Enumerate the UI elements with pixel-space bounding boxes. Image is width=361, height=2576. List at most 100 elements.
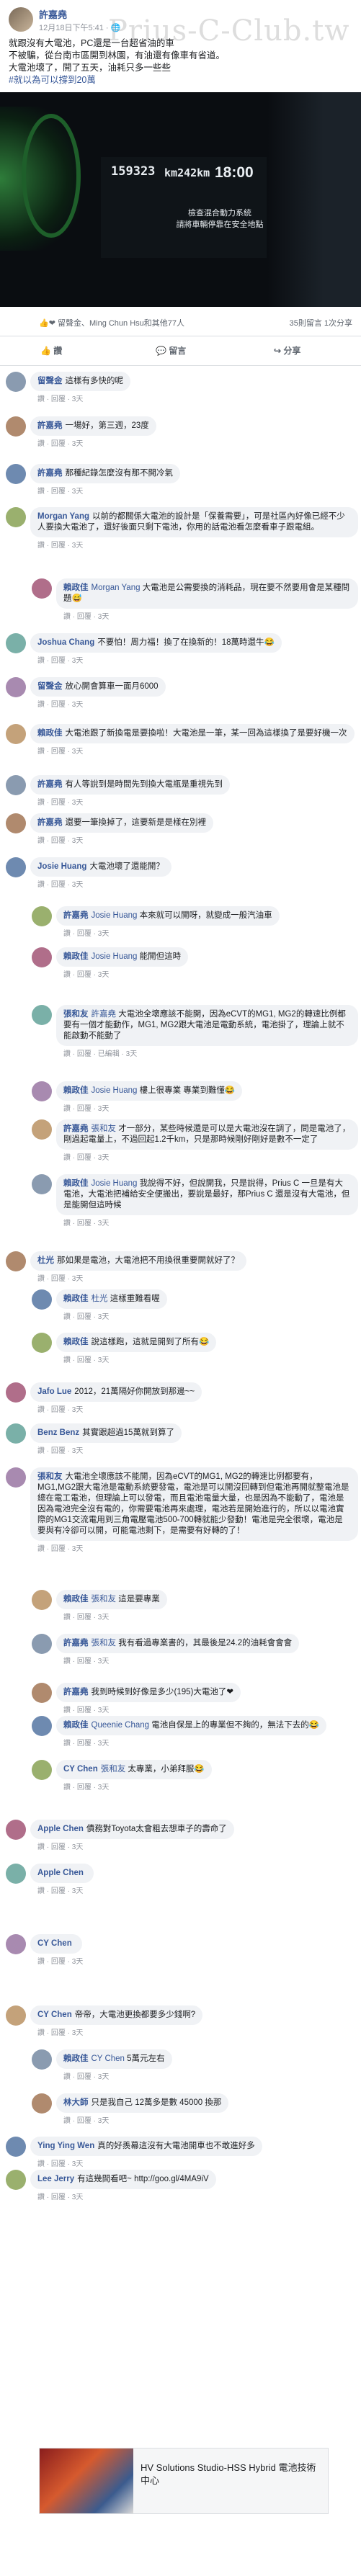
commenter-avatar[interactable]	[6, 1251, 26, 1271]
commenter-avatar[interactable]	[32, 2093, 52, 2114]
comment-actions[interactable]: 讚 · 回覆 · 3天	[63, 1354, 109, 1364]
comment-actions[interactable]: 讚 · 回覆 · 已編輯 · 3天	[63, 1047, 137, 1058]
comment-actions[interactable]: 讚 · 回覆 · 3天	[63, 1704, 109, 1714]
commenter-name[interactable]: 賴政佳	[37, 729, 63, 738]
commenter-name[interactable]: 許嘉堯	[37, 469, 63, 478]
commenter-avatar[interactable]	[32, 2049, 52, 2070]
commenter-avatar[interactable]	[32, 1759, 52, 1780]
commenter-name[interactable]: Lee Jerry	[37, 2175, 74, 2183]
comment-actions[interactable]: 讚 · 回覆 · 3天	[63, 1737, 109, 1748]
commenter-avatar[interactable]	[6, 2137, 26, 2157]
commenter-avatar[interactable]	[32, 906, 52, 927]
comment-actions[interactable]: 讚 · 回覆 · 3天	[63, 1655, 109, 1665]
comment-actions[interactable]: 讚 · 回覆 · 3天	[37, 878, 83, 889]
commenter-name[interactable]: 賴政佳	[63, 583, 89, 592]
comment-actions[interactable]: 讚 · 回覆 · 3天	[37, 745, 83, 756]
comment-actions[interactable]: 讚 · 回覆 · 3天	[63, 1310, 109, 1321]
commenter-avatar[interactable]	[32, 1715, 52, 1736]
comment-actions[interactable]: 讚 · 回覆 · 3天	[37, 539, 83, 550]
comment-actions[interactable]: 讚 · 回覆 · 3天	[63, 1217, 109, 1227]
commenter-name[interactable]: 留聲金	[37, 682, 63, 691]
comment-mention[interactable]: CY Chen	[92, 2054, 128, 2063]
commenter-avatar[interactable]	[6, 813, 26, 834]
commenter-avatar[interactable]	[32, 1633, 52, 1654]
commenter-name[interactable]: Apple Chen	[37, 1869, 84, 1877]
commenter-name[interactable]: 張和友	[63, 1010, 89, 1019]
commenter-avatar[interactable]	[6, 1382, 26, 1403]
commenter-avatar[interactable]	[6, 1820, 26, 1841]
comment-actions[interactable]: 讚 · 回覆 · 3天	[63, 927, 109, 938]
comment-actions[interactable]: 讚 · 回覆 · 3天	[37, 2157, 83, 2168]
comment-actions[interactable]: 讚 · 回覆 · 3天	[37, 1841, 83, 1851]
comment-actions[interactable]: 讚 · 回覆 · 3天	[63, 968, 109, 979]
comment-actions[interactable]: 讚 · 回覆 · 3天	[37, 796, 83, 807]
commenter-name[interactable]: CY Chen	[63, 1765, 98, 1774]
comment-actions[interactable]: 讚 · 回覆 · 3天	[63, 610, 109, 621]
comment-actions[interactable]: 讚 · 回覆 · 3天	[37, 834, 83, 845]
comment-actions[interactable]: 讚 · 回覆 · 3天	[37, 2026, 83, 2037]
comment-actions[interactable]: 讚 · 回覆 · 3天	[37, 1403, 83, 1414]
commenter-name[interactable]: 張和友	[37, 1472, 63, 1481]
commenter-name[interactable]: 賴政佳	[63, 1338, 89, 1346]
commenter-name[interactable]: 許嘉堯	[63, 1124, 89, 1133]
comment-mention[interactable]: Josie Huang	[92, 911, 140, 920]
comment-actions[interactable]: 讚 · 回覆 · 3天	[37, 1884, 83, 1895]
commenter-avatar[interactable]	[32, 1333, 52, 1354]
commenter-avatar[interactable]	[6, 723, 26, 744]
commenter-avatar[interactable]	[6, 1863, 26, 1884]
commenter-name[interactable]: 賴政佳	[63, 1294, 89, 1303]
comment-actions[interactable]: 讚 · 回覆 · 3天	[37, 437, 83, 448]
commenter-avatar[interactable]	[6, 857, 26, 878]
commenter-avatar[interactable]	[32, 1289, 52, 1310]
commenter-name[interactable]: 賴政佳	[63, 2054, 89, 2063]
link-preview[interactable]: HV Solutions Studio-HSS Hybrid 電池技術中心	[39, 2448, 329, 2514]
commenter-name[interactable]: 賴政佳	[63, 1721, 89, 1730]
commenter-name[interactable]: 賴政佳	[63, 1179, 89, 1188]
commenter-avatar[interactable]	[6, 1467, 26, 1488]
comment-actions[interactable]: 讚 · 回覆 · 3天	[37, 654, 83, 665]
commenter-avatar[interactable]	[6, 507, 26, 528]
commenter-avatar[interactable]	[6, 676, 26, 697]
commenter-name[interactable]: 許嘉堯	[63, 1639, 89, 1647]
comment-actions[interactable]: 讚 · 回覆 · 3天	[63, 2114, 109, 2125]
commenter-avatar[interactable]	[6, 1423, 26, 1444]
link-preview-title[interactable]: HV Solutions Studio-HSS Hybrid 電池技術中心	[141, 2461, 321, 2487]
comment-actions[interactable]: 讚 · 回覆 · 3天	[37, 2191, 83, 2201]
commenter-name[interactable]: Jafo Lue	[37, 1387, 71, 1396]
comment-actions[interactable]: 讚 · 回覆 · 3天	[37, 393, 83, 403]
commenter-avatar[interactable]	[32, 1174, 52, 1195]
commenter-avatar[interactable]	[6, 372, 26, 392]
like-button[interactable]: 👍 讚	[40, 344, 62, 357]
hashtag-link[interactable]: #就以為可以撐到20萬	[9, 74, 355, 86]
comment-mention[interactable]: 許嘉堯	[92, 1010, 119, 1019]
commenter-avatar[interactable]	[6, 1934, 26, 1955]
comment-mention[interactable]: Josie Huang	[92, 952, 140, 961]
commenter-name[interactable]: Morgan Yang	[37, 512, 89, 521]
comment-actions[interactable]: 讚 · 回覆 · 3天	[37, 1955, 83, 1966]
comment-mention[interactable]: Queenie Chang	[92, 1721, 152, 1730]
commenter-name[interactable]: 賴政佳	[63, 1086, 89, 1095]
comment-mention[interactable]: Josie Huang	[92, 1086, 140, 1095]
comment-actions[interactable]: 讚 · 回覆 · 3天	[37, 1444, 83, 1455]
comment-actions[interactable]: 讚 · 回覆 · 3天	[63, 1151, 109, 1162]
comment-actions[interactable]: 讚 · 回覆 · 3天	[63, 1781, 109, 1792]
comment-actions[interactable]: 讚 · 回覆 · 3天	[63, 2070, 109, 2081]
comment-actions[interactable]: 讚 · 回覆 · 3天	[63, 1102, 109, 1113]
commenter-name[interactable]: 留聲金	[37, 377, 63, 385]
poster-name[interactable]: 許嘉堯	[39, 7, 67, 21]
comment-actions[interactable]: 讚 · 回覆 · 3天	[37, 1272, 83, 1283]
comment-actions[interactable]: 讚 · 回覆 · 3天	[37, 1542, 83, 1553]
commenter-avatar[interactable]	[6, 463, 26, 484]
post-photo[interactable]: 159323 km242km 18:00 檢查混合動力系統 請將車輛停靠在安全地…	[0, 92, 361, 307]
comment-mention[interactable]: 張和友	[92, 1124, 119, 1133]
commenter-name[interactable]: 許嘉堯	[63, 911, 89, 920]
commenter-avatar[interactable]	[6, 2169, 26, 2190]
commenter-name[interactable]: Ying Ying Wen	[37, 2142, 94, 2150]
commenter-name[interactable]: CY Chen	[37, 1939, 72, 1948]
commenter-name[interactable]: Apple Chen	[37, 1825, 84, 1833]
commenter-avatar[interactable]	[6, 632, 26, 653]
commenter-avatar[interactable]	[32, 947, 52, 967]
commenter-avatar[interactable]	[32, 1005, 52, 1026]
comment-actions[interactable]: 讚 · 回覆 · 3天	[37, 485, 83, 496]
commenter-name[interactable]: 賴政佳	[63, 1595, 89, 1604]
